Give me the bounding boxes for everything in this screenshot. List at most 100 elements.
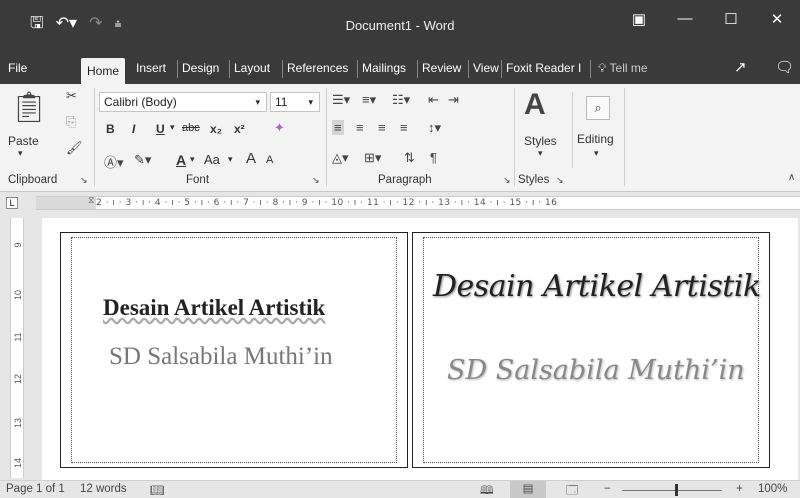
tab-design[interactable]: Design [182, 52, 219, 84]
clipboard-launcher-icon[interactable]: ↘ [80, 175, 88, 186]
italic-button[interactable]: I [132, 122, 135, 136]
superscript-button[interactable]: x² [234, 122, 245, 136]
minimize-icon[interactable]: — [662, 10, 708, 28]
vertical-ruler[interactable]: 9 10 11 12 13 14 [10, 218, 24, 478]
subscript-button[interactable]: x₂ [210, 122, 222, 136]
align-right-icon[interactable]: ≡ [378, 120, 386, 135]
tab-layout[interactable]: Layout [234, 52, 270, 84]
maximize-icon[interactable]: ☐ [708, 10, 754, 28]
right-subtitle-script-text[interactable]: SD Salsabila Muthi’in [447, 355, 745, 386]
line-spacing-icon[interactable]: ↕▾ [428, 120, 441, 136]
share-icon[interactable]: ↗ [734, 52, 747, 84]
tab-insert[interactable]: Insert [136, 52, 166, 84]
clear-formatting-icon[interactable]: ✦ [274, 120, 285, 136]
highlight-icon[interactable]: ✎▾ [134, 152, 151, 168]
borders-icon[interactable]: ⊞▾ [364, 150, 381, 166]
title-bar: 🖫 ↶▾ ↷ ⩮ Document1 - Word ▣ — ☐ ✕ [0, 0, 800, 52]
close-icon[interactable]: ✕ [754, 10, 800, 28]
decrease-indent-icon[interactable]: ⇤ [428, 92, 439, 108]
collapse-ribbon-icon[interactable]: ∧ [788, 172, 795, 183]
bullets-icon[interactable]: ☰▾ [332, 92, 350, 108]
bold-button[interactable]: B [106, 122, 115, 136]
ribbon: 📋︎ Paste ▾ ✂ ⎘ 🖌︎ Clipboard ↘ Calibri (B… [0, 84, 800, 192]
styles-dropdown-icon[interactable]: ▾ [538, 148, 543, 159]
font-name-select[interactable]: Calibri (Body) ▾ [99, 92, 267, 112]
styles-launcher-icon[interactable]: ↘ [556, 175, 564, 186]
zoom-level[interactable]: 100% [758, 483, 787, 495]
font-launcher-icon[interactable]: ↘ [312, 175, 320, 186]
font-size-select[interactable]: 11 ▾ [270, 92, 320, 112]
document-page[interactable]: Desain Artikel Artistik SD Salsabila Mut… [42, 218, 798, 480]
shading-icon[interactable]: ◬▾ [332, 150, 349, 166]
tab-review[interactable]: Review [422, 52, 461, 84]
justify-icon[interactable]: ≡ [400, 120, 408, 135]
styles-group-label: Styles [518, 174, 550, 186]
web-layout-icon[interactable]: 🗔︎ [566, 483, 578, 498]
print-layout-icon[interactable]: ▤ [510, 481, 546, 498]
change-case-button[interactable]: Aa [204, 152, 220, 167]
underline-button[interactable]: U [156, 122, 165, 136]
increase-indent-icon[interactable]: ⇥ [448, 92, 459, 108]
editing-button[interactable]: Editing [577, 132, 614, 146]
clipboard-group-label: Clipboard [8, 174, 58, 186]
horizontal-ruler[interactable]: · 1 · ı · 2 · ı · 3 · ı · 4 · ı · 5 · ı … [36, 196, 800, 210]
tab-home[interactable]: Home [81, 58, 126, 84]
tab-references[interactable]: References [287, 52, 348, 84]
chevron-down-icon: ▾ [308, 97, 313, 107]
page-count[interactable]: Page 1 of 1 [6, 483, 65, 495]
multilevel-list-icon[interactable]: ☷▾ [392, 92, 410, 108]
change-case-dropdown-icon[interactable]: ▾ [228, 154, 233, 165]
align-left-icon[interactable]: ≡ [332, 120, 344, 135]
text-effects-icon[interactable]: Ⓐ▾ [104, 152, 124, 171]
lightbulb-icon: 💡︎ [598, 61, 607, 75]
paragraph-group-label: Paragraph [378, 174, 432, 186]
comments-icon[interactable]: 🗨︎ [775, 52, 794, 84]
align-center-icon[interactable]: ≡ [356, 120, 364, 135]
tab-view[interactable]: View [473, 52, 499, 84]
tab-file[interactable]: File [8, 52, 27, 84]
ribbon-display-icon[interactable]: ▣ [616, 10, 662, 28]
zoom-in-button[interactable]: + [736, 483, 743, 495]
right-title-script-text[interactable]: Desain Artikel Artistik [433, 269, 761, 304]
tab-mailings[interactable]: Mailings [362, 52, 406, 84]
word-count[interactable]: 12 words [80, 483, 127, 495]
left-title-text[interactable]: Desain Artikel Artistik [103, 295, 325, 321]
paragraph-launcher-icon[interactable]: ↘ [503, 175, 511, 186]
search-icon[interactable]: ⌕ [586, 96, 610, 120]
zoom-slider[interactable] [622, 490, 722, 491]
font-color-dropdown-icon[interactable]: ▾ [190, 154, 195, 165]
tell-me-box[interactable]: 💡︎ Tell me [598, 52, 648, 84]
status-bar: Page 1 of 1 12 words 📖︎ 🕮︎ ▤ 🗔︎ − + 100% [0, 480, 800, 498]
underline-dropdown-icon[interactable]: ▾ [170, 122, 175, 133]
styles-icon[interactable]: A [524, 88, 546, 122]
format-painter-icon[interactable]: 🖌︎ [66, 140, 83, 156]
paste-button[interactable]: Paste [8, 134, 39, 148]
chevron-down-icon: ▾ [255, 97, 260, 107]
left-subtitle-text[interactable]: SD Salsabila Muthi’in [109, 343, 333, 371]
show-marks-icon[interactable]: ¶ [430, 150, 437, 165]
right-text-frame[interactable]: Desain Artikel Artistik SD Salsabila Mut… [412, 232, 770, 468]
numbering-icon[interactable]: ≡▾ [362, 92, 376, 108]
grow-font-button[interactable]: A [246, 150, 256, 167]
styles-button[interactable]: Styles [524, 134, 557, 148]
tab-selector-icon[interactable]: L [6, 197, 18, 209]
editing-dropdown-icon[interactable]: ▾ [594, 148, 599, 159]
indent-marker-icon[interactable]: ⧖ [88, 195, 94, 206]
paste-icon[interactable]: 📋︎ [10, 90, 48, 125]
left-text-frame[interactable]: Desain Artikel Artistik SD Salsabila Mut… [60, 232, 408, 468]
cut-icon[interactable]: ✂ [66, 88, 77, 104]
proofing-icon[interactable]: 📖︎ [150, 483, 165, 497]
sort-icon[interactable]: ⇅ [404, 150, 415, 166]
font-group-label: Font [186, 174, 210, 186]
document-canvas[interactable]: Desain Artikel Artistik SD Salsabila Mut… [36, 218, 800, 480]
read-mode-icon[interactable]: 🕮︎ [480, 483, 494, 498]
ruler-left-margin [36, 197, 96, 209]
font-color-button[interactable]: A [176, 152, 186, 168]
shrink-font-button[interactable]: A [266, 154, 273, 166]
zoom-slider-thumb[interactable] [675, 484, 678, 496]
strikethrough-button[interactable]: abc [182, 122, 200, 134]
zoom-out-button[interactable]: − [604, 483, 611, 495]
paste-dropdown-icon[interactable]: ▾ [18, 148, 23, 159]
copy-icon[interactable]: ⎘ [66, 114, 76, 130]
tab-foxit-reader[interactable]: Foxit Reader I [506, 52, 581, 84]
